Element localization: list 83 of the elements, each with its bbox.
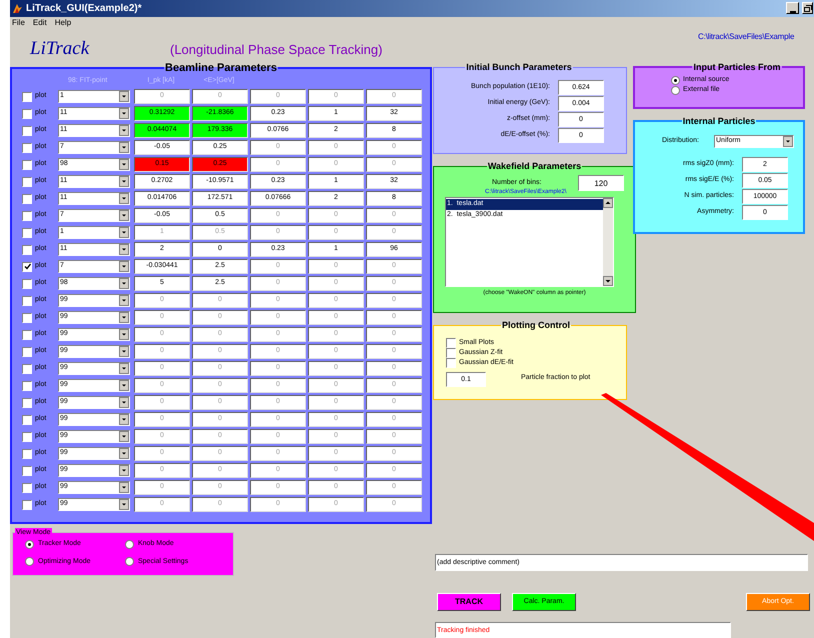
checkbox[interactable] [446,358,456,368]
menu-item[interactable]: Edit [32,17,47,30]
caret-icon [119,91,129,102]
checkbox[interactable] [22,228,32,238]
checkbox[interactable] [22,142,32,152]
checkbox[interactable] [22,500,32,510]
caret-icon [119,176,129,187]
caret-icon [119,261,129,272]
app-icon [12,2,23,14]
radio-button[interactable] [25,557,34,566]
scroll-up-icon[interactable] [603,198,613,208]
panel-title: Wakefield Parameters [486,161,582,171]
checkbox[interactable] [22,482,32,492]
caret-icon [119,312,129,323]
scroll-down-icon[interactable] [603,276,613,286]
action-button[interactable]: TRACK [437,593,501,611]
caret-icon [119,499,129,510]
caret-icon [119,142,129,153]
checkbox[interactable] [22,278,32,288]
panel-title: Internal Particles [682,116,756,126]
radio-button[interactable] [25,540,34,549]
checkbox[interactable] [22,432,32,442]
checkbox[interactable] [22,330,32,340]
caret-icon [783,136,793,147]
checkbox[interactable] [22,414,32,424]
menu-item[interactable]: Help [54,17,72,30]
checkbox[interactable] [22,108,32,118]
restore-icon [804,4,812,12]
window-title: LiTrack_GUI(Example2)* [26,2,142,16]
restore-button[interactable] [802,2,813,14]
checkbox[interactable] [22,364,32,374]
minimize-button[interactable] [786,2,799,14]
caret-icon [119,465,129,476]
checkbox[interactable] [22,466,32,476]
caret-icon [119,227,129,238]
app-logo: LiTrack [30,37,90,62]
checkbox[interactable] [22,126,32,136]
checkbox[interactable] [22,398,32,408]
checkbox[interactable] [22,176,32,186]
caret-icon [119,363,129,374]
checkbox[interactable] [446,348,456,358]
caret-icon [119,278,129,289]
checkbox[interactable] [22,92,32,102]
panel-title: Plotting Control [501,320,571,330]
radio-button[interactable] [671,76,680,84]
checkbox[interactable] [22,194,32,204]
radio-button[interactable] [671,86,680,94]
caret-icon [119,482,129,493]
checkbox[interactable] [22,210,32,220]
checkbox[interactable] [22,296,32,306]
caret-icon [119,159,129,170]
checkbox[interactable] [22,312,32,322]
panel-title: Beamline Parameters [164,62,278,74]
caret-icon [119,414,129,425]
caret-icon [119,295,129,306]
checkbox[interactable] [22,448,32,458]
caret-icon [119,210,129,221]
minimize-icon [790,11,796,14]
caret-icon [119,448,129,459]
caret-icon [119,346,129,357]
radio-button[interactable] [125,540,134,549]
panel-title: Input Particles From [692,62,782,72]
caret-icon [119,193,129,204]
checkbox[interactable] [22,262,32,272]
checkbox[interactable] [22,346,32,356]
panel-title: Initial Bunch Parameters [465,62,573,72]
checkbox[interactable] [22,380,32,390]
radio-button[interactable] [125,557,134,566]
caret-icon [119,244,129,255]
caret-icon [119,108,129,119]
checkbox[interactable] [22,160,32,170]
caret-icon [119,380,129,391]
checkbox[interactable] [446,338,456,348]
bins-field[interactable]: 120 [578,175,624,191]
caret-icon [119,431,129,442]
checkbox[interactable] [22,244,32,254]
caret-icon [119,125,129,136]
menu-item[interactable]: File [12,17,25,30]
caret-icon [119,397,129,408]
file-path: C:\litrack\SaveFiles\Example [698,31,794,44]
scrollbar[interactable] [603,198,613,286]
caret-icon [119,329,129,340]
app-subtitle: (Longitudinal Phase Space Tracking) [170,41,382,60]
